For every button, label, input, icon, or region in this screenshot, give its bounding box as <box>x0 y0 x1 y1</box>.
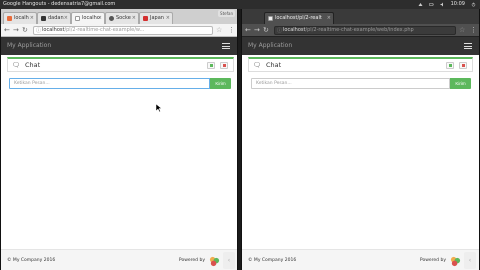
message-form: Ketikan Pesan... Kirim <box>9 78 231 89</box>
volume-icon[interactable] <box>440 2 445 7</box>
close-icon[interactable]: × <box>98 13 102 24</box>
page-info-icon: ⓘ <box>277 28 283 34</box>
browser-tab[interactable]: Japan × <box>139 12 173 24</box>
github-icon <box>41 16 46 21</box>
bookmark-star-icon[interactable]: ☆ <box>216 26 222 35</box>
page-info-icon: ⓘ <box>36 28 42 34</box>
close-icon[interactable]: × <box>166 13 170 24</box>
url-path: /pl/2-realtime-chat-example/web/index.ph… <box>305 27 414 33</box>
tab-label: dadan <box>48 15 64 21</box>
send-button[interactable]: Kirim <box>450 78 471 89</box>
chat-panel: 🗨 Chat <box>248 57 473 72</box>
tab-label: localhost/pl/2-realt <box>275 15 322 21</box>
tab-label: Socke <box>116 15 131 21</box>
send-button[interactable]: Kirim <box>210 78 231 89</box>
mouse-pointer-icon <box>156 104 162 112</box>
browser-tab[interactable]: localh × <box>3 12 37 24</box>
socket-icon <box>109 16 114 21</box>
back-arrow-icon[interactable]: ← <box>4 26 10 35</box>
framework-logo-icon[interactable] <box>450 256 461 267</box>
page-content: 🗨 Chat Ketikan Pesan... Kirim <box>242 55 479 249</box>
battery-icon[interactable] <box>428 2 434 7</box>
message-form: Ketikan Pesan... Kirim <box>251 78 471 89</box>
page-content: 🗨 Chat Ketikan Pesan... Kirim <box>1 55 237 249</box>
hamburger-menu-icon[interactable] <box>464 43 472 49</box>
tab-strip: localh × dadan × localho × Socke × Japan… <box>1 9 237 24</box>
browser-tab[interactable]: Socke × <box>105 12 139 24</box>
close-icon[interactable]: × <box>64 13 68 24</box>
page-footer: © My Company 2016 Powered by ‹ <box>1 249 237 270</box>
browser-toolbar: ← → ↻ ⓘ localhost/pl/2-realtime-chat-exa… <box>242 24 479 37</box>
reload-icon[interactable]: ↻ <box>263 26 269 35</box>
os-top-bar: Google Hangouts - dedensatria7@gmail.com… <box>0 0 480 9</box>
panel-title: Chat <box>266 61 282 69</box>
message-input[interactable]: Ketikan Pesan... <box>251 78 450 89</box>
forward-arrow-icon[interactable]: → <box>254 26 260 35</box>
panel-title: Chat <box>25 61 41 69</box>
close-icon[interactable]: × <box>327 13 331 24</box>
reload-icon[interactable]: ↻ <box>22 26 28 35</box>
back-arrow-icon[interactable]: ← <box>245 26 251 35</box>
browser-toolbar: ← → ↻ ⓘ localhost/pl/2-realtime-chat-exa… <box>1 24 237 37</box>
browser-tab-active[interactable]: localhost/pl/2-realt × <box>264 12 334 24</box>
footer-copyright: © My Company 2016 <box>7 258 56 263</box>
menu-icon[interactable]: ⋮ <box>228 26 235 35</box>
app-navbar: My Application <box>242 37 479 55</box>
address-bar[interactable]: ⓘ localhost/pl/2-realtime-chat-example/w… <box>33 26 213 35</box>
favicon-icon <box>7 16 12 21</box>
page-icon <box>268 16 273 21</box>
url-path: /pl/2-realtime-chat-example/w... <box>64 27 145 33</box>
browser-tab-active[interactable]: localho × <box>71 12 105 24</box>
system-tray: 10:09 <box>418 0 476 9</box>
tab-strip: localhost/pl/2-realt × <box>242 9 479 24</box>
offline-status-button[interactable] <box>459 62 467 69</box>
brand-link[interactable]: My Application <box>248 42 292 49</box>
network-icon[interactable] <box>418 2 423 7</box>
profile-chip[interactable]: Stefan <box>218 10 235 17</box>
app-navbar: My Application <box>1 37 237 55</box>
right-browser-window: localhost/pl/2-realt × ← → ↻ ⓘ localhost… <box>241 9 480 270</box>
offline-status-button[interactable] <box>220 62 228 69</box>
chat-bubble-icon: 🗨 <box>253 61 262 69</box>
chevron-up-icon[interactable]: ‹ <box>223 252 235 269</box>
brand-link[interactable]: My Application <box>7 42 51 49</box>
framework-logo-icon[interactable] <box>209 256 220 267</box>
chat-bubble-icon: 🗨 <box>12 61 21 69</box>
url-host: localhost <box>42 27 65 33</box>
hamburger-menu-icon[interactable] <box>222 43 230 49</box>
footer-powered-by: Powered by <box>178 258 205 263</box>
online-status-button[interactable] <box>446 62 454 69</box>
page-footer: © My Company 2016 Powered by ‹ <box>242 249 479 270</box>
left-browser-window: localh × dadan × localho × Socke × Japan… <box>0 9 238 270</box>
close-icon[interactable]: × <box>30 13 34 24</box>
tab-label: Japan <box>150 15 164 21</box>
close-icon[interactable]: × <box>132 13 136 24</box>
online-status-button[interactable] <box>207 62 215 69</box>
menu-icon[interactable]: ⋮ <box>470 26 477 35</box>
clock[interactable]: 10:09 <box>451 0 465 9</box>
tab-label: localh <box>14 15 29 21</box>
page-icon <box>75 16 80 21</box>
forward-arrow-icon[interactable]: → <box>13 26 19 35</box>
os-window-title: Google Hangouts - dedensatria7@gmail.com <box>3 1 116 7</box>
url-host: localhost <box>283 27 306 33</box>
browser-tab[interactable]: dadan × <box>37 12 71 24</box>
footer-powered-by: Powered by <box>419 258 446 263</box>
bookmark-star-icon[interactable]: ☆ <box>459 26 465 35</box>
chat-panel: 🗨 Chat <box>7 57 234 72</box>
address-bar[interactable]: ⓘ localhost/pl/2-realtime-chat-example/w… <box>274 26 456 35</box>
footer-copyright: © My Company 2016 <box>248 258 297 263</box>
message-input[interactable]: Ketikan Pesan... <box>9 78 210 89</box>
power-icon[interactable] <box>471 2 476 7</box>
chevron-up-icon[interactable]: ‹ <box>464 252 476 269</box>
japan-site-icon <box>143 16 148 21</box>
